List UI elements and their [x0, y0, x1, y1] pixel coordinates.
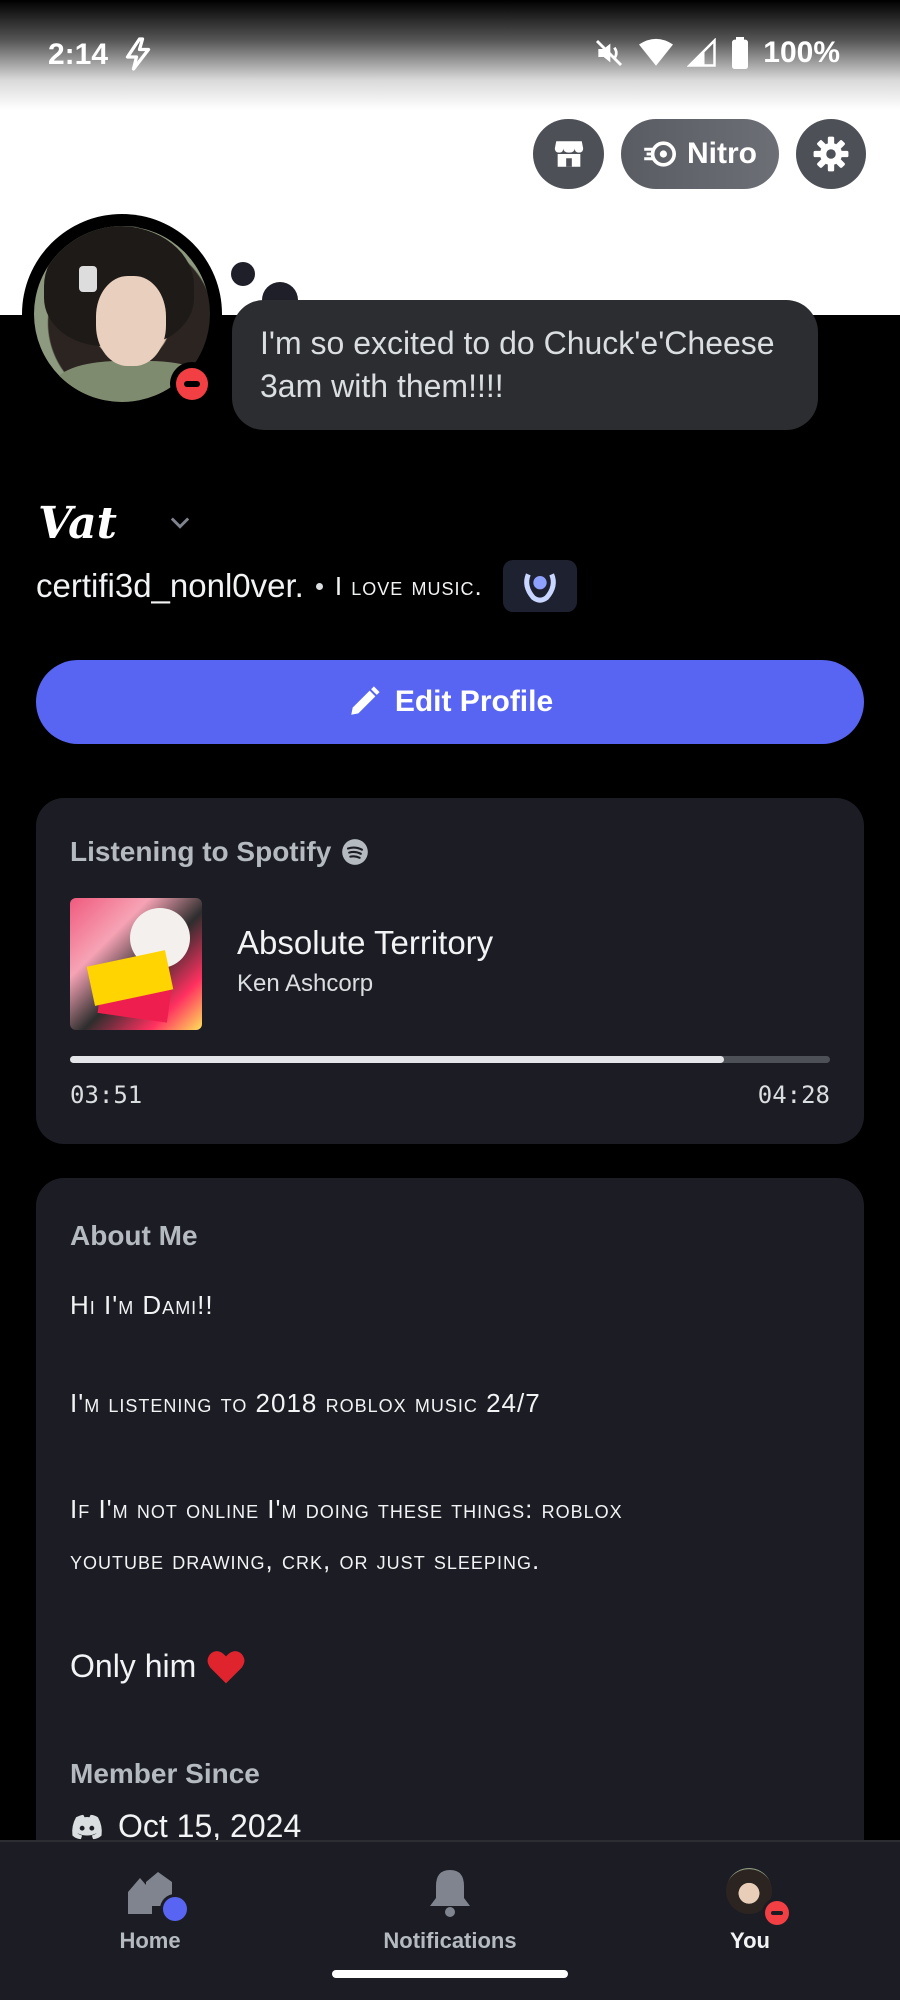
album-art[interactable]	[70, 898, 202, 1030]
username: certifi3d_nonl0ver.	[36, 567, 304, 604]
progress-fill	[70, 1056, 724, 1063]
activity-header: Listening to Spotify	[70, 836, 369, 868]
about-me-title: About Me	[70, 1220, 198, 1251]
pencil-icon	[351, 686, 380, 715]
only-him-text: Only him	[70, 1648, 197, 1684]
chevron-down-icon[interactable]	[166, 508, 194, 536]
nav-notifications-label: Notifications	[383, 1928, 517, 1953]
dnd-status-indicator	[170, 362, 214, 406]
bell-icon	[430, 1870, 470, 1917]
about-line: If I'm not online I'm doing these things…	[70, 1494, 623, 1524]
heart-icon	[207, 1650, 245, 1683]
status-time: 2:14	[48, 38, 109, 71]
badge-icon[interactable]	[502, 560, 577, 612]
custom-status-bubble[interactable]: I'm so excited to do Chuck'e'Cheese 3am …	[232, 300, 818, 430]
nav-you-label: You	[730, 1928, 770, 1953]
nav-you[interactable]: You	[660, 1864, 840, 1964]
thought-dot	[231, 262, 255, 286]
dnd-status-indicator	[762, 1898, 792, 1928]
home-indicator[interactable]	[332, 1970, 568, 1978]
settings-button[interactable]	[796, 119, 866, 189]
about-only-him: Only him	[70, 1648, 246, 1685]
display-name: Vat	[38, 498, 117, 549]
about-line: Hi I'm Dami!!	[70, 1290, 214, 1320]
edit-profile-label: Edit Profile	[394, 685, 554, 718]
total-time: 04:28	[757, 1081, 830, 1109]
nav-home[interactable]: Home	[60, 1864, 240, 1964]
status-bar: 2:14 100%	[0, 0, 900, 110]
edit-profile-button[interactable]: Edit Profile	[36, 660, 864, 744]
separator-dot	[315, 582, 323, 590]
wifi-icon	[639, 38, 674, 66]
unread-dot	[160, 1894, 190, 1924]
elapsed-time: 03:51	[70, 1081, 143, 1109]
spotify-activity-card[interactable]: Listening to Spotify Absolute Territory …	[36, 798, 864, 1144]
battery-percent: 100%	[763, 36, 840, 69]
playback-progress-bar	[70, 1056, 830, 1063]
pronouns: I love music.	[334, 570, 483, 601]
nitro-icon	[644, 141, 676, 167]
song-title[interactable]: Absolute Territory	[237, 924, 493, 962]
lightning-icon	[125, 37, 151, 71]
username-row: certifi3d_nonl0ver. I love music.	[36, 560, 577, 612]
nitro-label: Nitro	[687, 137, 757, 170]
nitro-button[interactable]: Nitro	[621, 119, 779, 189]
shop-icon	[554, 141, 583, 167]
signal-icon	[687, 38, 717, 67]
activity-title: Listening to Spotify	[70, 836, 332, 867]
gear-icon	[813, 136, 849, 172]
song-artist[interactable]: Ken Ashcorp	[237, 970, 373, 998]
battery-icon	[732, 37, 749, 69]
spotify-icon	[342, 839, 369, 865]
mute-icon	[596, 39, 623, 67]
about-me-card: About Me Hi I'm Dami!! I'm listening to …	[36, 1178, 864, 1878]
discord-icon	[72, 1814, 102, 1839]
nav-notifications[interactable]: Notifications	[360, 1864, 540, 1964]
member-since-title: Member Since	[70, 1758, 260, 1789]
about-line: I'm listening to 2018 roblox music 24/7	[70, 1388, 541, 1418]
nav-home-label: Home	[119, 1928, 181, 1953]
about-line: youtube drawing, crk, or just sleeping.	[70, 1545, 541, 1575]
shop-button[interactable]	[533, 119, 604, 189]
